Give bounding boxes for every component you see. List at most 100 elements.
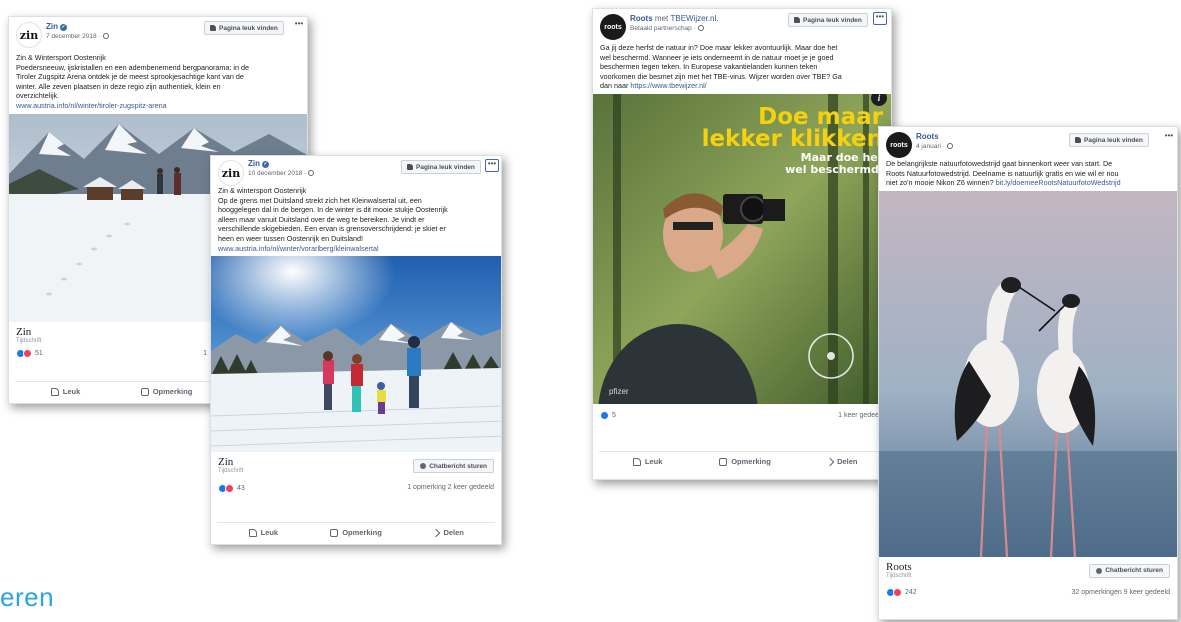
post-text-line: overzichtelijk. bbox=[16, 91, 60, 101]
page-name-link[interactable]: Zin bbox=[46, 22, 58, 31]
share-label: Delen bbox=[443, 528, 464, 537]
love-reaction-icon bbox=[893, 588, 902, 598]
action-bar: Leuk Opmerking bbox=[15, 381, 217, 401]
post-text-line: heen en weer tussen Oostenrijk en Duitsl… bbox=[218, 233, 364, 243]
post-date[interactable]: 4 januari · bbox=[916, 143, 945, 150]
stilts-bird-image[interactable] bbox=[879, 190, 1177, 557]
page-name-link[interactable]: Roots bbox=[916, 132, 939, 141]
reaction-stats: 242 32 opmerkingen 9 keer gedeeld bbox=[879, 585, 1177, 601]
paid-partnership-label[interactable]: Betaald partnerschap · bbox=[630, 25, 696, 32]
post-link[interactable]: www.austria.info/nl/winter/vorarlberg/kl… bbox=[218, 244, 494, 254]
post-text-line: wel beschermd. Wanneer je iets onderneem… bbox=[600, 52, 834, 62]
post-text: Ga jij deze herfst de natuur in? Doe maa… bbox=[593, 43, 891, 94]
post-text-line: verschillende skigebieden. Een ervan is … bbox=[218, 224, 446, 234]
action-bar: Leuk Opmerking Delen bbox=[599, 451, 891, 471]
post-link[interactable]: https://www.tbewijzer.nl/ bbox=[630, 81, 706, 90]
share-icon bbox=[432, 528, 441, 537]
comment-icon bbox=[330, 528, 339, 537]
like-reaction-icon bbox=[600, 411, 609, 421]
love-reaction-icon bbox=[23, 349, 32, 359]
post-header: roots Roots 4 januari · Pagina leuk vind… bbox=[879, 127, 1177, 159]
comment-share-count[interactable]: 1 opmerking 2 keer gedeeld bbox=[407, 484, 494, 491]
ad-headline-line: Doe maar bbox=[758, 103, 883, 130]
like-page-button[interactable]: Pagina leuk vinden bbox=[1069, 133, 1149, 147]
post-text-line: Op de grens met Duitsland strekt zich he… bbox=[218, 195, 422, 205]
reactions[interactable]: 51 bbox=[16, 349, 43, 359]
comment-button[interactable]: Opmerking bbox=[116, 387, 217, 396]
thumb-up-icon bbox=[248, 528, 257, 537]
like-button[interactable]: Leuk bbox=[15, 387, 116, 396]
comment-share-count[interactable]: 32 opmerkingen 9 keer gedeeld bbox=[1072, 589, 1170, 596]
like-button[interactable]: Leuk bbox=[599, 457, 696, 466]
roots-avatar[interactable]: roots bbox=[886, 132, 912, 158]
post-text-line: Zin & wintersport Oostenrijk bbox=[218, 186, 307, 195]
post-text-line: beschermen tegen teken. In Europese vaka… bbox=[600, 62, 818, 72]
post-text-line: dan naar bbox=[600, 81, 629, 91]
share-button[interactable]: Delen bbox=[794, 457, 891, 466]
post-text: Zin & wintersport Oostenrijk Op de grens… bbox=[211, 186, 501, 256]
share-button[interactable]: Delen bbox=[402, 528, 495, 537]
comment-label: Opmerking bbox=[152, 387, 193, 396]
send-message-button[interactable]: Chatbericht sturen bbox=[413, 459, 494, 474]
comment-label: Opmerking bbox=[342, 528, 382, 537]
thumb-up-icon bbox=[210, 25, 216, 31]
post-link[interactable]: www.austria.info/nl/winter/tiroler-zugsp… bbox=[16, 101, 300, 111]
thumb-up-icon bbox=[407, 164, 413, 170]
comment-button[interactable]: Opmerking bbox=[696, 457, 793, 466]
globe-icon bbox=[946, 143, 953, 149]
post-text: Zin & Wintersport Oostenrijk Poedersneeu… bbox=[9, 53, 307, 114]
post-text-line: hooggelegen dal in de bergen. In de wint… bbox=[218, 205, 448, 215]
send-message-button[interactable]: Chatbericht sturen bbox=[1089, 563, 1170, 578]
like-label: Leuk bbox=[644, 457, 663, 466]
like-button[interactable]: Leuk bbox=[217, 528, 310, 537]
love-reaction-icon bbox=[225, 483, 234, 493]
verified-badge-icon: ✓ bbox=[60, 24, 67, 31]
like-page-button[interactable]: Pagina leuk vinden bbox=[401, 160, 481, 174]
reactions[interactable]: 242 bbox=[886, 588, 917, 598]
reaction-count: 43 bbox=[237, 484, 245, 492]
post-date[interactable]: 10 december 2018 · bbox=[248, 170, 306, 177]
like-page-button[interactable]: Pagina leuk vinden bbox=[788, 13, 868, 27]
comment-icon bbox=[140, 387, 149, 396]
share-count[interactable]: 1 keer gedee bbox=[838, 412, 879, 419]
thumb-up-icon bbox=[632, 457, 641, 466]
comment-share-count[interactable]: 1 bbox=[203, 350, 207, 357]
post-text: De belangrijkste natuurfotowedstrijd gaa… bbox=[879, 159, 1177, 191]
page-name-link[interactable]: Roots bbox=[630, 14, 653, 23]
roots-avatar[interactable]: roots bbox=[600, 14, 626, 40]
comment-button[interactable]: Opmerking bbox=[310, 528, 403, 537]
reaction-stats: 5 1 keer gedee bbox=[593, 408, 891, 424]
reaction-count: 242 bbox=[905, 589, 917, 597]
like-page-label: Pagina leuk vinden bbox=[416, 163, 475, 171]
send-message-label: Chatbericht sturen bbox=[429, 462, 487, 470]
reactions[interactable]: 43 bbox=[218, 483, 245, 493]
post-roots-tbe: roots Roots met TBEWijzer.nl. Betaald pa… bbox=[592, 8, 892, 480]
family-ski-image[interactable] bbox=[211, 256, 501, 453]
more-options-button[interactable]: ••• bbox=[292, 20, 306, 33]
page-footer: Roots Tijdschrift Chatbericht sturen bbox=[879, 557, 1177, 585]
zin-avatar[interactable]: zin bbox=[218, 160, 244, 186]
post-header: roots Roots met TBEWijzer.nl. Betaald pa… bbox=[593, 9, 891, 43]
globe-icon bbox=[308, 170, 315, 176]
ad-headline: Doe maar lekker klikken bbox=[702, 103, 883, 150]
share-label: Delen bbox=[837, 457, 858, 466]
photographer-ad-image[interactable]: pfizer Doe maar lekker klikken Maar doe … bbox=[593, 93, 891, 404]
like-page-button[interactable]: Pagina leuk vinden bbox=[204, 21, 284, 35]
comment-icon bbox=[719, 457, 728, 466]
page-name-link[interactable]: Zin bbox=[248, 159, 260, 168]
more-options-button[interactable]: ••• bbox=[873, 12, 887, 25]
svg-text:pfizer: pfizer bbox=[609, 387, 629, 396]
post-text-line: De belangrijkste natuurfotowedstrijd gaa… bbox=[886, 159, 1113, 168]
slide-heading-fragment: eren bbox=[0, 582, 55, 612]
reactions[interactable]: 5 bbox=[600, 411, 616, 421]
zin-avatar[interactable]: zin bbox=[16, 22, 42, 48]
partner-link[interactable]: TBEWijzer.nl. bbox=[670, 14, 718, 23]
post-date[interactable]: 7 december 2018 · bbox=[46, 33, 101, 40]
thumb-up-icon bbox=[794, 17, 800, 23]
reaction-stats: 43 1 opmerking 2 keer gedeeld bbox=[211, 480, 501, 496]
like-label: Leuk bbox=[62, 387, 81, 396]
post-link[interactable]: bit.ly/doemeeRootsNatuurfotoWedstrijd bbox=[996, 178, 1121, 187]
send-message-label: Chatbericht sturen bbox=[1105, 567, 1163, 575]
more-options-button[interactable]: ••• bbox=[1162, 132, 1176, 145]
more-options-button[interactable]: ••• bbox=[485, 159, 499, 172]
